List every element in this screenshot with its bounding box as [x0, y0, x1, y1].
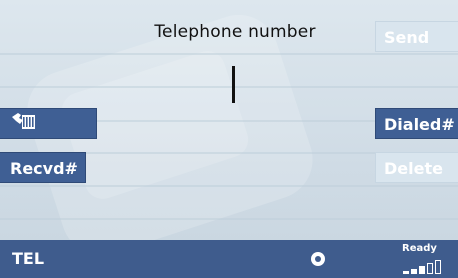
ready-status: Ready	[402, 243, 437, 254]
divider	[0, 53, 458, 55]
signal-bar	[403, 271, 409, 274]
divider	[0, 185, 458, 187]
phone-screen: Telephone number Send Dialed# Recvd# Del…	[0, 0, 458, 278]
phonebook-button[interactable]	[0, 108, 97, 139]
delete-button-label: Delete	[384, 159, 443, 178]
dialed-numbers-label: Dialed#	[384, 115, 455, 134]
divider	[0, 86, 458, 88]
signal-strength-icon	[403, 260, 449, 274]
send-button-label: Send	[384, 28, 430, 47]
received-numbers-label: Recvd#	[10, 159, 78, 178]
send-button[interactable]: Send	[375, 21, 458, 52]
mode-label: TEL	[12, 249, 45, 268]
signal-bar	[419, 266, 425, 274]
signal-bar	[427, 263, 433, 274]
delete-button[interactable]: Delete	[375, 152, 458, 183]
dialed-numbers-button[interactable]: Dialed#	[375, 108, 458, 139]
signal-bar	[411, 269, 417, 274]
status-bar: TEL Ready	[0, 240, 458, 278]
disc-icon	[311, 252, 325, 266]
phonebook-icon	[10, 110, 38, 138]
page-title: Telephone number	[154, 22, 316, 42]
received-numbers-button[interactable]: Recvd#	[0, 152, 86, 183]
divider	[0, 218, 458, 220]
signal-bar	[435, 260, 441, 274]
text-cursor	[232, 66, 235, 103]
